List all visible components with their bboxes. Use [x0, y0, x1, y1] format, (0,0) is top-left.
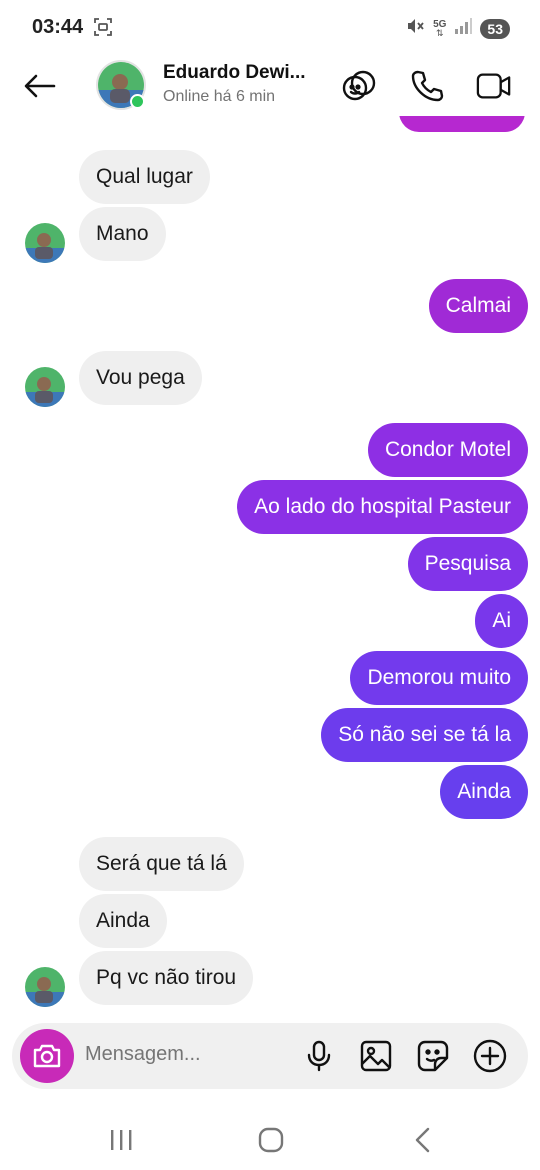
home-icon	[258, 1127, 284, 1153]
avatar[interactable]	[25, 967, 65, 1007]
video-icon	[476, 73, 511, 99]
status-icons: 5G ⇅ 53	[405, 16, 510, 41]
back-nav-button[interactable]	[403, 1124, 443, 1156]
avatar[interactable]	[25, 367, 65, 407]
sticker-button[interactable]	[341, 68, 377, 104]
video-call-button[interactable]	[476, 68, 512, 104]
battery-icon: 53	[480, 18, 510, 39]
message-incoming[interactable]: Ainda	[79, 894, 167, 948]
message-composer	[12, 1023, 528, 1089]
back-chevron-icon	[415, 1127, 430, 1153]
online-indicator	[130, 94, 145, 109]
back-arrow-icon	[24, 74, 56, 98]
screenshot-icon	[94, 18, 112, 36]
recents-icon	[111, 1130, 132, 1150]
camera-button[interactable]	[20, 1029, 74, 1083]
home-button[interactable]	[251, 1124, 291, 1156]
system-nav-bar	[0, 1110, 540, 1170]
network-icon: 5G ⇅	[433, 18, 447, 38]
contact-avatar[interactable]	[96, 60, 146, 110]
mute-icon	[405, 16, 425, 41]
chat-header: Eduardo Dewi... Online há 6 min	[0, 56, 540, 116]
message-incoming[interactable]: Qual lugar	[79, 150, 210, 204]
message-outgoing[interactable]: Ao lado do hospital Pasteur	[237, 480, 528, 534]
message-outgoing[interactable]: Condor Motel	[367, 423, 528, 477]
sticker-icon	[342, 70, 376, 101]
message-outgoing[interactable]: Ainda	[440, 765, 528, 819]
sticker-icon	[417, 1040, 449, 1072]
phone-icon	[411, 70, 444, 102]
back-button[interactable]	[20, 68, 60, 104]
message-incoming[interactable]: Mano	[79, 207, 166, 261]
plus-icon	[473, 1039, 507, 1073]
gallery-button[interactable]	[358, 1038, 394, 1074]
camera-icon	[33, 1044, 61, 1068]
message-outgoing[interactable]: Ai	[475, 594, 528, 648]
message-incoming[interactable]: Será que tá lá	[79, 837, 244, 891]
message-outgoing[interactable]: Só não sei se tá la	[321, 708, 528, 762]
message-outgoing[interactable]: Calmai	[428, 279, 528, 333]
contact-status: Online há 6 min	[163, 88, 276, 105]
message-incoming[interactable]: Pq vc não tirou	[79, 951, 254, 1005]
call-button[interactable]	[409, 68, 445, 104]
previous-message-bubble[interactable]	[399, 116, 525, 132]
microphone-icon	[307, 1040, 331, 1072]
status-bar: 03:44 5G ⇅ 53	[0, 0, 540, 56]
status-time: 03:44	[32, 16, 84, 38]
message-input[interactable]	[85, 1043, 285, 1066]
signal-icon	[454, 18, 473, 39]
message-outgoing[interactable]: Pesquisa	[407, 537, 528, 591]
voice-button[interactable]	[301, 1038, 337, 1074]
message-incoming[interactable]: Vou pega	[79, 351, 202, 405]
more-button[interactable]	[472, 1038, 508, 1074]
recents-button[interactable]	[101, 1124, 141, 1156]
contact-name[interactable]: Eduardo Dewi...	[163, 62, 306, 84]
message-list[interactable]: Qual lugar Mano Calmai Vou pega Condor M…	[0, 116, 540, 1016]
gallery-icon	[360, 1040, 392, 1072]
message-outgoing[interactable]: Demorou muito	[350, 651, 528, 705]
sticker-picker-button[interactable]	[415, 1038, 451, 1074]
avatar[interactable]	[25, 223, 65, 263]
